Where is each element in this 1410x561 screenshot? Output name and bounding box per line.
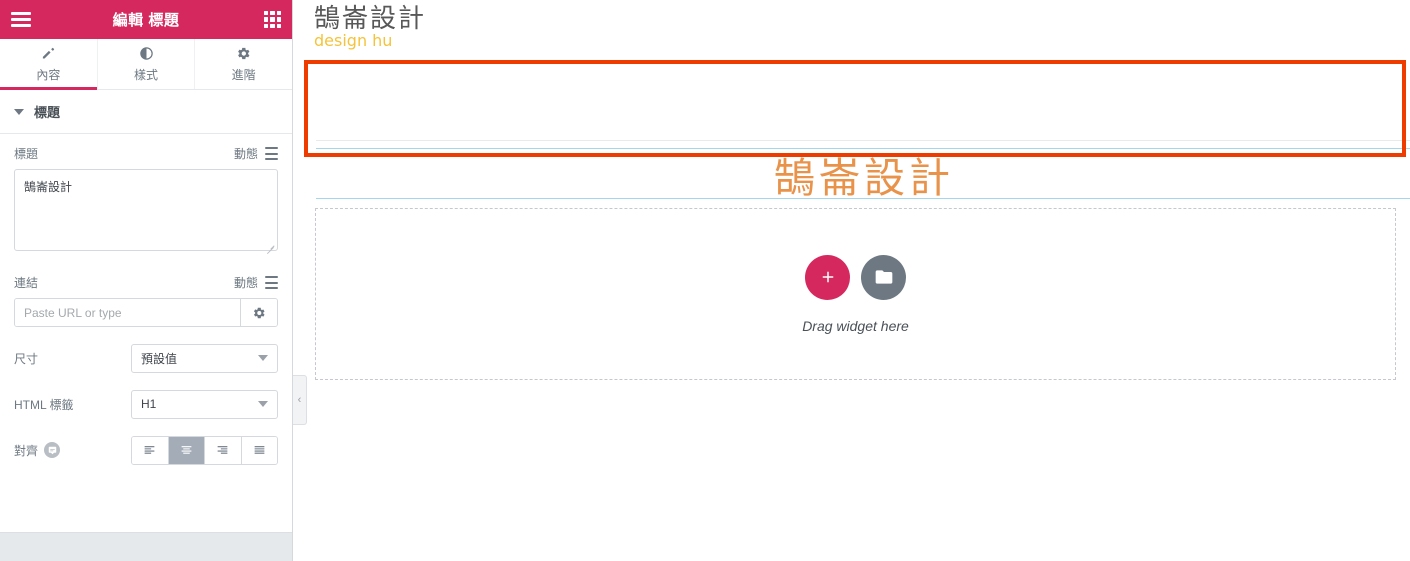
tab-advanced[interactable]: 進階: [195, 39, 292, 89]
site-logo[interactable]: 鵠崙設計 design hu: [314, 4, 427, 51]
gear-icon: [236, 45, 252, 61]
panel-tabs: 內容 樣式 進階: [0, 39, 292, 90]
tab-style-label: 樣式: [134, 68, 159, 82]
size-select[interactable]: 預設值: [131, 343, 278, 373]
info-bubble-icon[interactable]: [44, 442, 61, 458]
link-control: 連結 動態: [0, 256, 292, 327]
elementor-editor-screen: 編輯 標題 內容 樣式 進階 標題 標題 動態 鵠崙設計 連結 動態 Paste…: [0, 0, 1410, 561]
link-dynamic-label: 動態: [233, 276, 258, 290]
align-control-label-wrap: 對齊: [14, 442, 131, 459]
title-control-label: 標題: [14, 147, 39, 161]
chevron-down-icon: [258, 401, 268, 407]
editor-panel: 編輯 標題 內容 樣式 進階 標題 標題 動態 鵠崙設計 連結 動態 Paste…: [0, 0, 293, 561]
panel-footer: [0, 532, 292, 561]
dropzone-buttons: [805, 254, 906, 300]
html-tag-select[interactable]: H1: [131, 389, 278, 419]
chevron-down-icon: [14, 108, 24, 115]
widget-dropzone[interactable]: Drag widget here: [315, 208, 1396, 380]
selected-section[interactable]: 鵠崙設計: [305, 62, 1410, 202]
link-url-row: [14, 298, 278, 327]
title-dynamic-toggle[interactable]: 動態: [234, 145, 278, 162]
panel-title: 編輯 標題: [112, 12, 180, 29]
dropzone-label: Drag widget here: [802, 317, 909, 334]
section-title-label: 標題: [34, 105, 61, 120]
add-widget-button[interactable]: [805, 254, 850, 300]
panel-collapse-handle[interactable]: ‹: [293, 375, 307, 425]
hamburger-menu-icon[interactable]: [11, 12, 31, 27]
title-control: 標題 動態: [0, 134, 292, 256]
align-right-button[interactable]: [205, 436, 242, 464]
add-template-button[interactable]: [861, 254, 906, 300]
size-control-label: 尺寸: [14, 351, 39, 366]
title-textarea-wrap: [14, 169, 278, 256]
link-control-header: 連結 動態: [14, 274, 278, 291]
preview-canvas: 鵠崙設計 design hu 鵠崙設計 Drag widget here: [294, 0, 1410, 561]
link-dynamic-toggle[interactable]: 動態: [234, 274, 278, 291]
size-control: 尺寸 預設值: [0, 335, 292, 381]
title-control-header: 標題 動態: [14, 145, 278, 162]
tab-advanced-label: 進階: [231, 68, 256, 82]
html-tag-select-value: H1: [141, 397, 157, 411]
link-url-input[interactable]: [15, 299, 240, 326]
tab-style[interactable]: 樣式: [98, 39, 196, 89]
align-justify-button[interactable]: [241, 436, 277, 464]
section-divider: [316, 140, 1410, 141]
align-center-button[interactable]: [168, 436, 205, 464]
html-tag-control: HTML 標籤 H1: [0, 381, 292, 427]
link-control-label: 連結: [14, 276, 39, 290]
panel-header: 編輯 標題: [0, 0, 292, 39]
html-tag-control-label: HTML 標籤: [14, 397, 74, 412]
align-left-button[interactable]: [132, 436, 169, 464]
folder-icon: [875, 270, 892, 284]
plus-icon: [822, 271, 833, 283]
site-logo-main: 鵠崙設計: [314, 4, 427, 34]
size-select-value: 預設值: [141, 351, 178, 366]
stack-icon: [265, 276, 278, 289]
stack-icon: [265, 147, 278, 160]
tab-content-label: 內容: [36, 68, 61, 82]
chevron-down-icon: [258, 355, 268, 361]
pencil-icon: [40, 45, 56, 61]
tab-content[interactable]: 內容: [0, 39, 98, 90]
align-control: 對齊: [0, 427, 292, 473]
site-logo-sub: design hu: [314, 31, 393, 51]
align-button-group: [131, 435, 278, 465]
grid-apps-icon[interactable]: [264, 11, 281, 28]
contrast-icon: [138, 45, 154, 61]
heading-widget-text[interactable]: 鵠崙設計: [316, 148, 1410, 202]
link-options-gear-icon[interactable]: [240, 299, 277, 326]
align-control-label: 對齊: [14, 443, 39, 458]
section-header-title[interactable]: 標題: [0, 90, 292, 134]
title-textarea[interactable]: [14, 169, 278, 251]
title-dynamic-label: 動態: [233, 147, 258, 161]
